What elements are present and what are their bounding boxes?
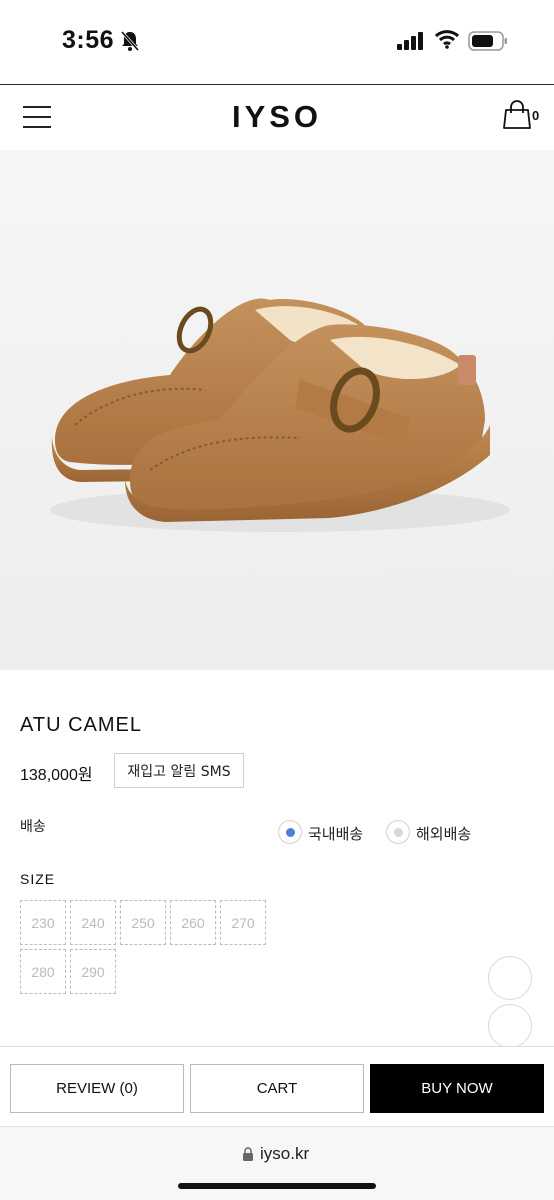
- radio-selected-dot: [286, 828, 295, 837]
- cellular-signal-icon: [397, 32, 423, 50]
- product-price: 138,000원: [20, 767, 93, 784]
- review-button[interactable]: REVIEW (0): [10, 1064, 184, 1113]
- product-name: ATU CAMEL: [20, 714, 142, 736]
- status-bar: 3:56: [0, 0, 554, 84]
- floating-scroll-button[interactable]: [488, 1004, 532, 1048]
- buy-now-button[interactable]: BUY NOW: [370, 1064, 544, 1113]
- size-option-260[interactable]: 260: [170, 900, 216, 945]
- shipping-label: 배송: [20, 819, 46, 835]
- shoe-illustration: [50, 298, 510, 532]
- radio-unselected-dot: [394, 828, 403, 837]
- size-label: SIZE: [20, 871, 56, 887]
- size-option-230[interactable]: 230: [20, 900, 66, 945]
- size-option-290[interactable]: 290: [70, 949, 116, 994]
- size-option-280[interactable]: 280: [20, 949, 66, 994]
- battery-icon: [468, 31, 507, 51]
- url-text[interactable]: iyso.kr: [260, 1144, 309, 1164]
- bottom-action-bar: REVIEW (0) CART BUY NOW: [0, 1046, 554, 1126]
- home-indicator: [178, 1183, 376, 1189]
- browser-url-bar[interactable]: iyso.kr: [0, 1126, 554, 1200]
- international-shipping-label[interactable]: 해외배송: [416, 823, 471, 844]
- restock-sms-button[interactable]: 재입고 알림 SMS: [114, 753, 244, 788]
- wifi-icon: [435, 30, 459, 49]
- add-to-cart-button[interactable]: CART: [190, 1064, 364, 1113]
- status-time: 3:56: [62, 26, 115, 54]
- size-option-270[interactable]: 270: [220, 900, 266, 945]
- shopping-bag-icon[interactable]: [503, 100, 531, 130]
- size-option-250[interactable]: 250: [120, 900, 166, 945]
- site-header: IYSO 0: [0, 84, 554, 150]
- floating-action-button[interactable]: [488, 956, 532, 1000]
- domestic-shipping-label[interactable]: 국내배송: [308, 823, 363, 844]
- radio-international-shipping[interactable]: [386, 820, 410, 844]
- lock-icon: [243, 1147, 253, 1161]
- cart-count: 0: [532, 108, 540, 123]
- bell-slash-icon: [120, 31, 140, 51]
- site-logo[interactable]: IYSO: [0, 99, 554, 135]
- radio-domestic-shipping[interactable]: [278, 820, 302, 844]
- product-image[interactable]: [0, 150, 554, 670]
- size-option-240[interactable]: 240: [70, 900, 116, 945]
